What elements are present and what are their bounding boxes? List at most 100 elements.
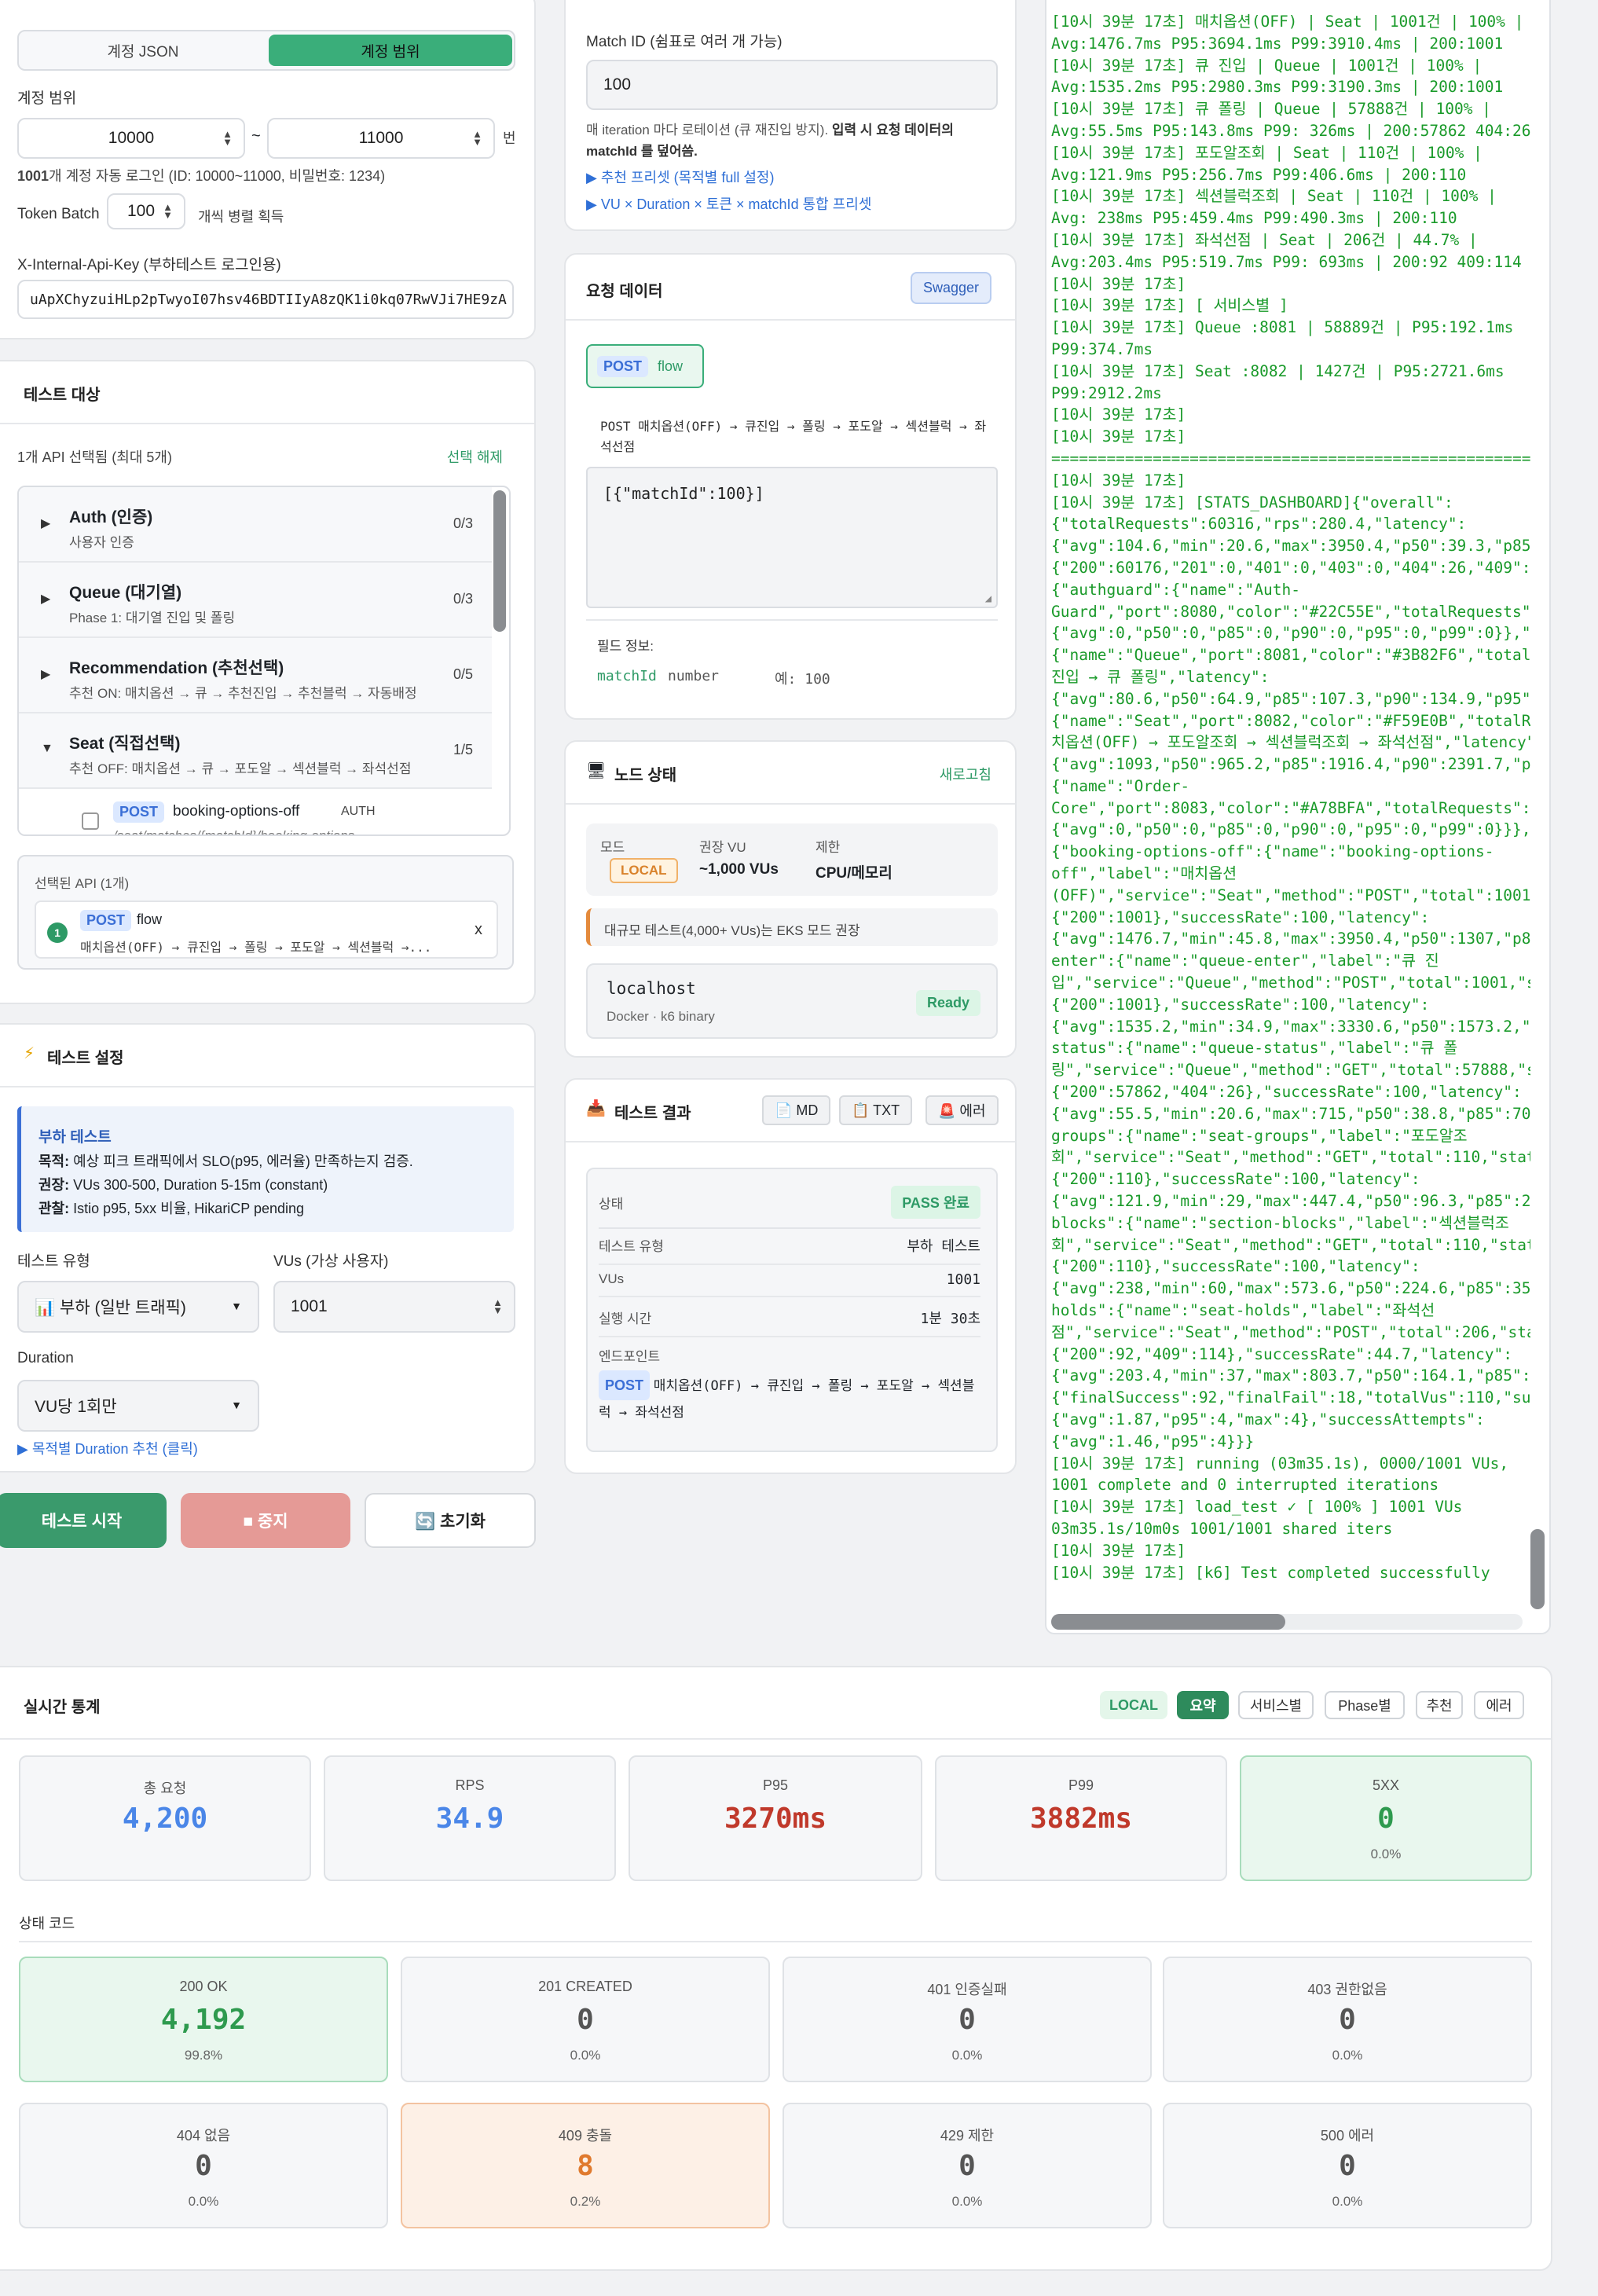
code-404: 404 없음 0 0.0% bbox=[19, 2103, 388, 2228]
range-unit: 번 bbox=[503, 130, 516, 146]
token-batch-hint: 개씩 병렬 획득 bbox=[198, 209, 284, 225]
group-auth[interactable]: ▶ Auth (인증) 사용자 인증 0/3 bbox=[19, 487, 492, 563]
stepper-icon[interactable]: ▲ ▼ bbox=[472, 129, 482, 147]
match-hint-text: 매 iteration 마다 로테이션 (큐 재진입 방지). bbox=[586, 123, 832, 138]
vus-label: VUs (가상 사용자) bbox=[273, 1253, 389, 1270]
vu-value: ~1,000 VUs bbox=[699, 861, 779, 878]
tab-phase[interactable]: Phase별 bbox=[1325, 1691, 1405, 1719]
group-recommendation[interactable]: ▶ Recommendation (추천선택) 추천 ON: 매치옵션 → 큐 … bbox=[19, 638, 492, 713]
code-label: 200 OK bbox=[179, 1979, 228, 1994]
log-horizontal-scrollbar[interactable] bbox=[1051, 1614, 1285, 1630]
remove-api-button[interactable]: x bbox=[475, 921, 482, 939]
stat-label: RPS bbox=[455, 1777, 485, 1793]
api-key-input[interactable]: uApXChyzuiHLp2pTwyoI07hsv46BDTIIyA8zQK1i… bbox=[17, 280, 514, 319]
token-batch-label: Token Batch bbox=[17, 206, 100, 222]
result-type-label: 테스트 유형 bbox=[599, 1239, 664, 1254]
range-from-value: 10000 bbox=[108, 129, 155, 147]
code-value: 0 bbox=[195, 2150, 212, 2182]
api-item-name: booking-options-off bbox=[173, 803, 300, 820]
guide-observe: 관찰: Istio p95, 5xx 비율, HikariCP pending bbox=[38, 1198, 304, 1218]
code-value: 0 bbox=[1339, 2004, 1356, 2036]
code-percent: 0.0% bbox=[570, 2048, 601, 2063]
code-value: 4,192 bbox=[160, 2004, 247, 2036]
log-output: [10시 39분 17초] 매치옵션(OFF) | Seat | 1001건 |… bbox=[1051, 13, 1530, 1582]
flow-tag[interactable]: POST flow bbox=[586, 344, 704, 388]
tab-account-json[interactable]: 계정 JSON bbox=[19, 31, 267, 69]
group-title: Auth (인증) bbox=[69, 508, 153, 526]
host-name: localhost bbox=[607, 979, 696, 998]
export-md-button[interactable]: 📄 MD bbox=[762, 1095, 831, 1125]
guide-goal-key: 목적: bbox=[38, 1154, 70, 1169]
match-id-input[interactable]: 100 bbox=[586, 60, 998, 110]
stepper-icon[interactable]: ▲ ▼ bbox=[222, 129, 233, 147]
swagger-button[interactable]: Swagger bbox=[910, 272, 991, 304]
accordion-scrollbar[interactable] bbox=[493, 490, 506, 632]
code-percent: 0.0% bbox=[951, 2048, 983, 2063]
result-status-label: 상태 bbox=[599, 1196, 624, 1212]
log-vertical-scrollbar[interactable] bbox=[1530, 1529, 1545, 1609]
tab-service[interactable]: 서비스별 bbox=[1238, 1691, 1314, 1719]
request-desc: POST 매치옵션(OFF) → 큐진입 → 폴링 → 포도알 → 섹션블럭 →… bbox=[600, 419, 987, 454]
combo-preset-link[interactable]: ▶ VU × Duration × 토큰 × matchId 통합 프리셋 bbox=[586, 193, 871, 214]
method-badge: POST bbox=[80, 910, 132, 931]
tab-recommend[interactable]: 추천 bbox=[1416, 1691, 1463, 1719]
code-percent: 0.0% bbox=[951, 2194, 983, 2209]
tab-summary[interactable]: 요약 bbox=[1177, 1691, 1229, 1719]
match-id-label: Match ID (쉼표로 여러 개 가능) bbox=[586, 34, 783, 50]
token-batch-value: 100 bbox=[127, 202, 156, 220]
tab-error[interactable]: 에러 bbox=[1474, 1691, 1524, 1719]
test-type-select[interactable]: 📊 부하 (일반 트래픽) ▼ bbox=[17, 1281, 259, 1333]
stat-label: 총 요청 bbox=[143, 1781, 187, 1796]
stepper-icon[interactable]: ▲ ▼ bbox=[493, 1297, 503, 1315]
host-sub: Docker · k6 binary bbox=[607, 1009, 715, 1024]
token-batch-input[interactable]: 100 ▲ ▼ bbox=[107, 193, 185, 229]
stat-value: 3270ms bbox=[724, 1803, 827, 1835]
group-subtitle: Phase 1: 대기열 진입 및 폴링 bbox=[69, 611, 236, 625]
range-from-input[interactable]: 10000 ▲ ▼ bbox=[17, 118, 245, 159]
range-label: 계정 범위 bbox=[17, 90, 77, 107]
code-percent: 0.0% bbox=[1332, 2194, 1363, 2209]
group-queue[interactable]: ▶ Queue (대기열) Phase 1: 대기열 진입 및 폴링 0/3 bbox=[19, 563, 492, 638]
node-refresh-link[interactable]: 새로고침 bbox=[940, 764, 991, 784]
stat-value: 0 bbox=[1377, 1803, 1395, 1835]
auto-login-info: 1001개 계정 자동 로그인 (ID: 10000~11000, 비밀번호: … bbox=[17, 165, 385, 185]
result-endpoint-value: 매치옵션(OFF) → 큐진입 → 폴링 → 포도알 → 섹션블럭 → 좌석선점 bbox=[599, 1378, 975, 1421]
inbox-icon: 📥 bbox=[586, 1100, 606, 1117]
targets-card: 테스트 대상 1개 API 선택됨 (최대 5개) 선택 해제 ▶ Auth (… bbox=[0, 360, 536, 1004]
reset-button[interactable]: 🔄 초기화 bbox=[365, 1493, 536, 1548]
mode-badge: LOCAL bbox=[610, 858, 678, 883]
duration-select[interactable]: VU당 1회만 ▼ bbox=[17, 1380, 259, 1432]
range-to-input[interactable]: 11000 ▲ ▼ bbox=[267, 118, 495, 159]
export-txt-button[interactable]: 📋 TXT bbox=[839, 1095, 913, 1125]
realtime-divider bbox=[0, 1738, 1551, 1740]
stepper-icon[interactable]: ▲ ▼ bbox=[163, 202, 173, 220]
guide-recommend: 권장: VUs 300-500, Duration 5-15m (constan… bbox=[38, 1174, 328, 1194]
stat-p95: P95 3270ms bbox=[629, 1755, 922, 1881]
duration-recommend-link[interactable]: ▶ 목적별 Duration 추천 (클릭) bbox=[17, 1438, 198, 1458]
vu-label: 권장 VU bbox=[699, 840, 746, 855]
api-item-checkbox[interactable] bbox=[82, 812, 99, 830]
preset-link[interactable]: ▶ 추천 프리셋 (목적별 full 설정) bbox=[586, 167, 774, 187]
mode-chip-local: LOCAL bbox=[1100, 1691, 1167, 1719]
code-percent: 0.2% bbox=[570, 2194, 601, 2209]
vus-input[interactable]: 1001 ▲ ▼ bbox=[273, 1281, 515, 1333]
tab-account-range[interactable]: 계정 범위 bbox=[269, 35, 512, 66]
resize-handle-icon[interactable]: ◢ bbox=[985, 592, 991, 605]
code-percent: 0.0% bbox=[1332, 2048, 1363, 2063]
clear-selection-link[interactable]: 선택 해제 bbox=[447, 446, 503, 467]
api-accordion: ▶ Auth (인증) 사용자 인증 0/3 ▶ Queue (대기열) Pha… bbox=[17, 486, 511, 836]
stop-test-button[interactable]: ■ 중지 bbox=[181, 1493, 350, 1548]
api-item-path: /seat/matches/{matchId}/booking-options bbox=[113, 828, 355, 836]
range-to-value: 11000 bbox=[358, 129, 404, 147]
code-429: 429 제한 0 0.0% bbox=[783, 2103, 1152, 2228]
test-type-value: 📊 부하 (일반 트래픽) bbox=[35, 1299, 186, 1317]
api-item-booking-options-off[interactable]: POST booking-options-off AUTH /seat/matc… bbox=[19, 789, 492, 836]
code-label: 500 에러 bbox=[1320, 2128, 1375, 2144]
dropdown-arrow-icon: ▼ bbox=[231, 1300, 242, 1312]
request-body-textarea[interactable]: [{"matchId":100}] ◢ bbox=[586, 467, 998, 608]
method-badge: POST bbox=[599, 1370, 651, 1400]
group-seat[interactable]: ▼ Seat (직접선택) 추천 OFF: 매치옵션 → 큐 → 포도알 → 섹… bbox=[19, 713, 492, 789]
export-error-button[interactable]: 🚨 에러 bbox=[925, 1095, 999, 1125]
start-test-button[interactable]: 테스트 시작 bbox=[0, 1493, 167, 1548]
result-time-row: 실행 시간 1분 30초 bbox=[599, 1308, 980, 1337]
